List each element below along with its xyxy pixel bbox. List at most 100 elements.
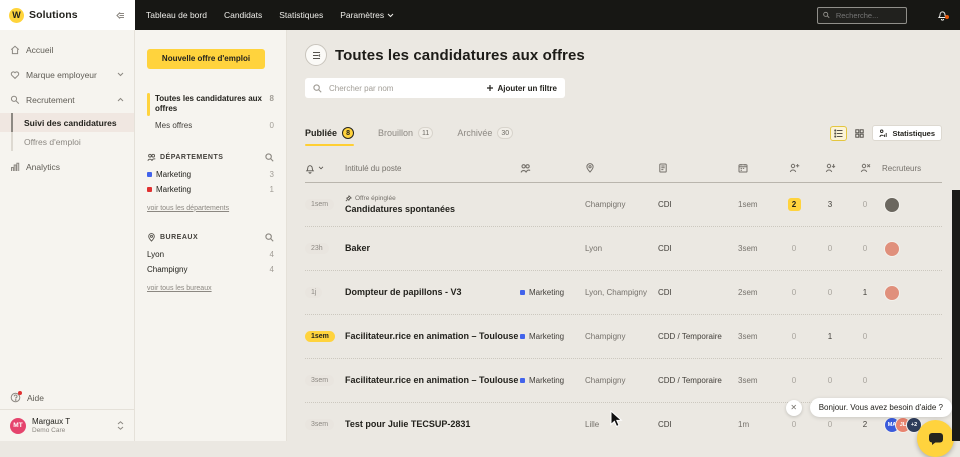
column-job-title[interactable]: Intitulé du poste: [345, 164, 520, 173]
panel-item-my-jobs[interactable]: Mes offres 0: [147, 118, 274, 135]
help-button[interactable]: Aide: [0, 386, 134, 409]
nav-candidates[interactable]: Candidats: [224, 10, 262, 20]
sidebar-item-recrutement[interactable]: Recrutement: [0, 90, 134, 109]
home-icon: [10, 45, 20, 55]
main-content: Toutes les candidatures aux offres Ajout…: [287, 30, 960, 441]
search-by-name-input[interactable]: [327, 83, 481, 94]
recruiter-avatar[interactable]: [884, 197, 900, 213]
scrollbar[interactable]: [952, 190, 960, 441]
rejected-count: 0: [848, 376, 882, 385]
job-location-cell: Champigny: [585, 332, 658, 341]
chat-bubble-icon: [928, 432, 944, 446]
column-sort-bell[interactable]: [305, 163, 345, 174]
brand-name: Solutions: [29, 9, 78, 21]
job-time-cell: 2sem: [738, 288, 776, 297]
chevron-down-icon: [387, 13, 394, 18]
rejected-count: 1: [848, 288, 882, 297]
table-row[interactable]: 1jDompteur de papillons - V3MarketingLyo…: [305, 271, 942, 315]
search-offices-icon[interactable]: [265, 233, 274, 242]
office-row[interactable]: Champigny 4: [147, 262, 274, 277]
departments-section: DÉPARTEMENTS Marketing 3 Marketing 1 voi…: [147, 153, 274, 215]
count-badge: 0: [264, 121, 274, 132]
global-search[interactable]: [817, 7, 907, 24]
column-recruiters[interactable]: Recruteurs: [882, 164, 942, 173]
column-department-icon[interactable]: [520, 163, 585, 174]
new-candidates-count: 0: [776, 288, 812, 297]
job-age-badge: 3sem: [305, 375, 334, 386]
column-in-process-icon[interactable]: [812, 163, 848, 173]
department-row[interactable]: Marketing 1: [147, 182, 274, 197]
chat-close-button[interactable]: ✕: [786, 400, 802, 416]
user-menu-caret-icon: [117, 421, 124, 430]
table-search[interactable]: Ajouter un filtre: [305, 78, 565, 98]
table-row[interactable]: 23hBakerLyonCDI3sem000: [305, 227, 942, 271]
job-title: Baker: [345, 243, 520, 254]
in-process-count: 3: [812, 200, 848, 209]
job-contract-cell: CDI: [658, 288, 738, 297]
sidebar-item-analytics[interactable]: Analytics: [0, 157, 134, 176]
search-icon: [823, 11, 830, 19]
tab-brouillon[interactable]: Brouillon 11: [378, 120, 433, 146]
department-color-dot: [147, 187, 152, 192]
sidebar-item-suivi-candidatures[interactable]: Suivi des candidatures: [0, 113, 134, 132]
see-all-departments-link[interactable]: voir tous les départements: [147, 205, 229, 212]
column-contract-icon[interactable]: [658, 163, 738, 173]
table-row[interactable]: 1semOffre épingléeCandidatures spontanée…: [305, 183, 942, 227]
tab-publiee[interactable]: Publiée 8: [305, 120, 354, 146]
user-menu[interactable]: MT Margaux T Demo Care: [0, 409, 134, 441]
departments-title: DÉPARTEMENTS: [160, 154, 223, 161]
recruiter-avatar[interactable]: [884, 241, 900, 257]
tab-archivee[interactable]: Archivée 30: [457, 120, 513, 146]
job-age-cell: 3sem: [305, 419, 345, 430]
plus-icon: [486, 84, 494, 92]
offices-section: BUREAUX Lyon 4 Champigny 4 voir tous les…: [147, 233, 274, 295]
collapse-sidebar-icon[interactable]: [115, 10, 126, 21]
job-title-cell: Facilitateur.rice en animation – Toulous…: [345, 375, 520, 386]
office-row[interactable]: Lyon 4: [147, 247, 274, 262]
chat-launcher-button[interactable]: [917, 420, 954, 457]
list-view-button[interactable]: [830, 126, 847, 141]
column-location-icon[interactable]: [585, 163, 658, 173]
column-rejected-icon[interactable]: [848, 163, 882, 173]
department-row[interactable]: Marketing 3: [147, 167, 274, 182]
job-contract-cell: CDI: [658, 244, 738, 253]
job-age-badge: 1j: [305, 287, 322, 298]
in-process-count: 1: [812, 332, 848, 341]
column-new-candidates-icon[interactable]: [776, 163, 812, 173]
job-location-cell: Champigny: [585, 376, 658, 385]
column-calendar-icon[interactable]: [738, 163, 776, 173]
sidebar-bottom: Aide MT Margaux T Demo Care: [0, 386, 134, 441]
departments-icon: [147, 153, 156, 162]
new-job-button[interactable]: Nouvelle offre d'emploi: [147, 49, 265, 69]
recruiters-cell: [882, 197, 942, 213]
chat-widget: ✕ Bonjour. Vous avez besoin d'aide ?: [786, 398, 952, 417]
notifications-bell[interactable]: [924, 9, 960, 21]
search-departments-icon[interactable]: [265, 153, 274, 162]
job-title-cell: Offre épingléeCandidatures spontanées: [345, 195, 520, 215]
count-badge: 8: [264, 94, 274, 116]
chevron-down-icon: [318, 166, 324, 170]
table-row[interactable]: 1semFacilitateur.rice en animation – Tou…: [305, 315, 942, 359]
job-contract-cell: CDI: [658, 200, 738, 209]
topbar: W Solutions Tableau de bord Candidats St…: [0, 0, 960, 30]
top-navigation: Tableau de bord Candidats Statistiques P…: [135, 0, 960, 30]
offices-title: BUREAUX: [160, 234, 198, 241]
see-all-offices-link[interactable]: voir tous les bureaux: [147, 285, 212, 292]
statistics-button[interactable]: Statistiques: [872, 125, 942, 141]
recruiter-avatar[interactable]: [884, 285, 900, 301]
global-search-input[interactable]: [834, 10, 901, 21]
table-row[interactable]: 3sem Facilitateur.rice en animation – Tou…: [305, 359, 942, 403]
nav-dashboard[interactable]: Tableau de bord: [146, 10, 207, 20]
sidebar-item-marque-employeur[interactable]: Marque employeur: [0, 65, 134, 84]
grid-view-button[interactable]: [851, 126, 868, 141]
sidebar-item-accueil[interactable]: Accueil: [0, 40, 134, 59]
nav-settings[interactable]: Paramètres: [340, 10, 394, 20]
add-filter-button[interactable]: Ajouter un filtre: [486, 84, 557, 93]
job-age-badge: 1sem: [305, 331, 335, 342]
chat-message[interactable]: Bonjour. Vous avez besoin d'aide ?: [810, 398, 952, 417]
nav-statistics[interactable]: Statistiques: [279, 10, 323, 20]
panel-item-all-applications[interactable]: Toutes les candidatures aux offres 8: [147, 91, 274, 119]
tab-count-badge: 8: [342, 127, 354, 139]
sidebar-item-offres-emploi[interactable]: Offres d'emploi: [0, 132, 134, 151]
bell-icon: [305, 163, 315, 174]
